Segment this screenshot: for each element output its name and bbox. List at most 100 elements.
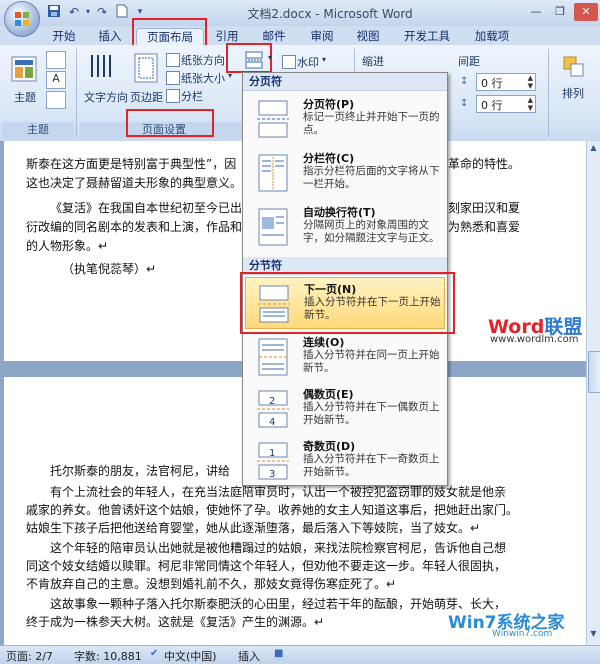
svg-text:3: 3 [269,469,275,480]
document-line: 戚家的养女。他曾诱奸这个姑娘，使她怀了孕。收养她的女主人知道这事后，把她赶出家门… [26,503,519,517]
menu-item-even-page[interactable]: 24 偶数页(E) 插入分节符并在下一偶数页上开始新节。 [245,383,445,435]
document-line: 斯泰在这方面更是特别富于典型性”，因 [26,157,237,171]
svg-text:4: 4 [269,417,275,428]
highlight-box-page-setup [126,109,214,137]
menu-item-desc: 分隔网页上的对象周围的文字，如分隔题注文字与正文。 [303,219,440,244]
document-line: 《复活》在我国自本世纪初至今已出 [50,201,243,215]
scroll-down-icon[interactable]: ▼ [588,629,599,641]
document-line: 不肯放弃自己的主意。没想到婚礼前不久，那妓女竟得伤寒症死了。↵ [26,577,397,591]
text-direction-label: 文字方向 [84,91,128,104]
document-line: 终于成为一株参天大树。这就是《复活》产生的渊源。↵ [26,615,325,629]
page-breaks-header: 分页符 [243,73,447,91]
scroll-up-icon[interactable]: ▲ [588,143,599,155]
wordlm-url: www.wordlm.com [490,334,579,345]
menu-item-page-break[interactable]: 分页符(P) 标记一页终止并开始下一页的点。 [245,93,445,145]
vertical-scrollbar[interactable]: ▲ ▼ [586,141,600,645]
odd-page-break-icon: 13 [257,442,289,480]
watermark-dropdown-icon[interactable]: ▾ [322,55,332,65]
office-button[interactable] [4,1,40,37]
columns-button[interactable]: 分栏 [181,88,203,104]
even-page-break-icon: 24 [257,390,289,428]
document-line: 同这个妓女结婚以赎罪。柯尼非常同情这个年轻人，但劝他不要走这一步。年轻人很固执， [26,559,507,573]
spacing-after-input[interactable]: 0 行 ▲ ▼ [476,95,536,113]
menu-item-desc: 插入分节符并在下一偶数页上开始新节。 [303,401,440,426]
macro-record-icon[interactable]: ■ [274,648,283,659]
menu-item-desc: 标记一页终止并开始下一页的点。 [303,111,440,136]
column-break-icon [258,154,288,192]
theme-effects-icon[interactable] [46,91,66,109]
menu-item-title: 连续(O) [303,336,345,349]
tab-add-ins[interactable]: 加载项 [466,28,518,45]
spacing-after-icon: ↕ [460,98,469,109]
themes-label: 主题 [14,91,36,104]
highlight-box-breaks [226,43,272,73]
office-logo-icon [15,12,29,26]
tab-home[interactable]: 开始 [46,28,82,45]
svg-text:1: 1 [269,448,275,459]
watermark-icon [282,55,296,69]
spacing-label: 间距 [458,55,480,68]
indent-label: 缩进 [362,55,384,68]
win7-logo: Win7系统之家 Winwin7.com [448,613,565,639]
theme-fonts-icon[interactable]: A [46,71,66,89]
menu-item-desc: 指示分栏符后面的文字将从下一栏开始。 [303,165,440,190]
spinner-icon[interactable]: ▲ ▼ [528,96,533,112]
tab-insert[interactable]: 插入 [92,28,128,45]
svg-text:2: 2 [269,396,275,407]
tab-view[interactable]: 视图 [350,28,386,45]
document-line: 托尔斯泰的朋友，法官柯尼，讲给 [50,464,231,478]
page-break-icon [257,100,289,138]
breaks-dropdown-icon[interactable]: ▾ [268,53,278,63]
redo-icon[interactable]: ↷ [94,4,110,20]
document-line: 姑娘生下孩子后把他送给育婴堂，她从此逐渐堕落，最后落入下等妓院，当了妓女。↵ [26,521,481,535]
paper-size-button[interactable]: 纸张大小 [181,70,225,86]
status-bar: 页面: 2/7 字数: 10,881 ✔ 中文(中国) 插入 ■ [0,645,600,663]
themes-icon[interactable] [10,55,40,85]
restore-icon[interactable]: ❐ [548,3,572,21]
arrange-icon[interactable] [562,55,586,79]
menu-item-text-wrapping-break[interactable]: 自动换行符(T) 分隔网页上的对象周围的文字，如分隔题注文字与正文。 [245,201,445,253]
group-separator [548,49,549,137]
document-line: 这故事象一颗种子落入托尔斯泰肥沃的心田里，经过若干年的酝酿，开始萌芽、长大， [50,597,507,611]
watermark-button[interactable]: 水印 [297,54,319,70]
document-line: 这也决定了聂赫留道夫形象的典型意义。 [26,176,243,190]
menu-item-title: 奇数页(D) [303,440,356,453]
menu-item-desc: 插入分节符并在同一页上开始新节。 [303,349,440,374]
orientation-button[interactable]: 纸张方向 [181,52,225,68]
menu-item-continuous[interactable]: 连续(O) 插入分节符并在同一页上开始新节。 [245,331,445,383]
menu-item-title: 偶数页(E) [303,388,354,401]
window-title: 文档2.docx - Microsoft Word [247,7,413,21]
group-separator [76,49,77,137]
save-icon[interactable] [46,4,62,20]
new-document-icon[interactable] [114,4,130,20]
paper-size-icon [166,71,180,85]
text-direction-icon[interactable] [88,53,112,81]
document-line: 这个年轻的陪审员认出她就是被他糟蹋过的姑娘，来找法院检察官柯尼，告诉他自己想 [50,541,507,555]
ribbon-tab-bar: 开始 插入 页面布局 引用 邮件 审阅 视图 开发工具 加载项 [0,26,600,46]
theme-colors-icon[interactable] [46,51,66,69]
menu-item-odd-page[interactable]: 13 奇数页(D) 插入分节符并在下一奇数页上开始新节。 [245,435,445,487]
spinner-icon[interactable]: ▲ ▼ [528,74,533,90]
menu-item-title: 分栏符(C) [303,152,355,165]
close-icon[interactable]: ✕ [574,3,598,21]
tab-developer[interactable]: 开发工具 [396,28,458,45]
margins-icon[interactable] [134,53,158,83]
spelling-check-icon[interactable]: ✔ [150,648,158,659]
spacing-before-icon: ↕ [460,76,469,87]
tab-review[interactable]: 审阅 [304,28,340,45]
menu-item-desc: 插入分节符并在下一奇数页上开始新节。 [303,453,440,478]
arrange-label[interactable]: 排列 [562,85,584,101]
orientation-icon [166,53,180,67]
margins-label: 页边距 [130,91,163,104]
document-line: 的人物形象。↵ [26,239,109,253]
document-line: 革命的特性。 [448,157,521,171]
document-line: 刻家田汉和夏 [448,201,521,215]
menu-item-title: 分页符(P) [303,98,355,111]
continuous-break-icon [258,338,288,376]
scrollbar-thumb[interactable] [588,351,600,393]
columns-icon [166,89,180,103]
menu-item-column-break[interactable]: 分栏符(C) 指示分栏符后面的文字将从下一栏开始。 [245,147,445,199]
minimize-icon[interactable]: — [524,3,548,21]
spacing-before-input[interactable]: 0 行 ▲ ▼ [476,73,536,91]
highlight-box-next-page [240,272,455,334]
